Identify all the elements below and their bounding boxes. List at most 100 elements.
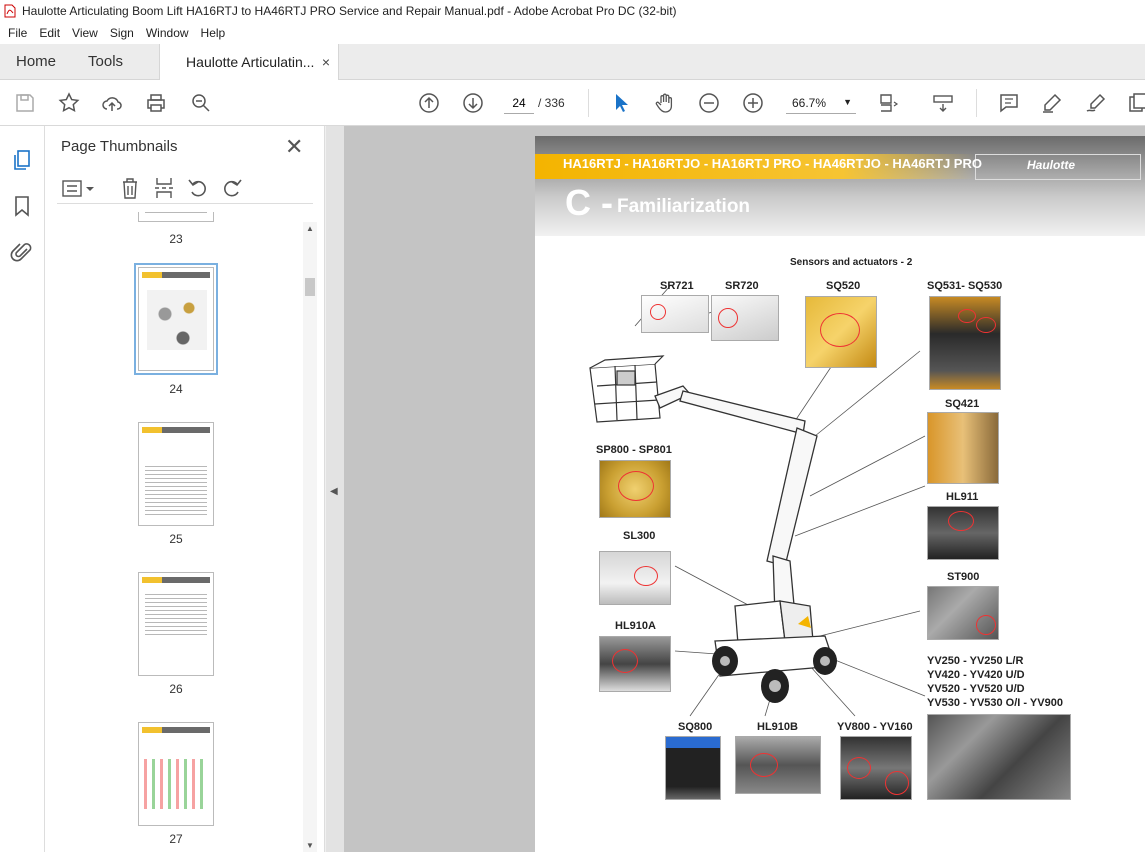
thumbnail-label: 23 <box>169 232 183 246</box>
bookmark-icon[interactable] <box>10 194 34 218</box>
label-sl300: SL300 <box>623 530 656 542</box>
menu-file[interactable]: File <box>2 26 33 40</box>
photo-st900 <box>927 586 999 640</box>
label-yv800: YV800 - YV160 <box>837 721 913 733</box>
collapse-arrow-icon[interactable]: ◀ <box>330 486 338 497</box>
options-menu-icon[interactable] <box>61 178 97 200</box>
thumbnail-page-selected[interactable] <box>134 263 218 375</box>
photo-sl300 <box>599 551 671 605</box>
label-yv530: YV530 - YV530 O/I - YV900 <box>927 697 1063 709</box>
previous-page-icon[interactable] <box>417 91 441 115</box>
hand-tool-icon[interactable] <box>653 91 677 115</box>
thumbnail-page[interactable] <box>138 722 214 826</box>
next-page-icon[interactable] <box>461 91 485 115</box>
toolbar: / 336 66.7% ▼ <box>0 80 1145 126</box>
menu-help[interactable]: Help <box>195 26 232 40</box>
close-tab-icon[interactable]: × <box>322 54 330 70</box>
menu-window[interactable]: Window <box>140 26 195 40</box>
thumbnail-label: 27 <box>169 832 183 846</box>
tab-bar: Home Tools Haulotte Articulatin... × <box>0 44 1145 80</box>
photo-sr721 <box>641 295 709 333</box>
panel-title: Page Thumbnails <box>61 138 178 155</box>
window-title: Haulotte Articulating Boom Lift HA16RTJ … <box>22 4 677 18</box>
label-yv420: YV420 - YV420 U/D <box>927 669 1025 681</box>
thumbnail-list: 23 24 25 26 27 <box>45 212 303 852</box>
zoom-value: 66.7% <box>792 96 827 110</box>
photo-hl910b <box>735 736 821 794</box>
thumbnail-page[interactable] <box>138 212 214 222</box>
label-sq531: SQ531- SQ530 <box>927 280 1003 292</box>
toolbar-divider <box>588 89 589 117</box>
photo-sq520 <box>805 296 877 368</box>
label-sr720: SR720 <box>725 280 759 292</box>
photo-sq800 <box>665 736 721 800</box>
title-bar: Haulotte Articulating Boom Lift HA16RTJ … <box>0 0 1145 22</box>
rotate-right-icon[interactable] <box>221 176 243 200</box>
search-icon[interactable] <box>189 91 213 115</box>
upload-cloud-icon[interactable] <box>100 91 124 115</box>
label-hl910a: HL910A <box>615 620 656 632</box>
thumbnail-tools <box>57 174 313 204</box>
label-st900: ST900 <box>947 571 980 583</box>
page-total: / 336 <box>538 96 565 110</box>
page-thumbnails-icon[interactable] <box>10 148 34 172</box>
photo-hl910a <box>599 636 671 692</box>
tab-home[interactable]: Home <box>0 44 72 79</box>
label-sq520: SQ520 <box>826 280 861 292</box>
photo-hl911 <box>927 506 999 560</box>
photo-yv-valves <box>927 714 1071 800</box>
scroll-up-icon[interactable]: ▲ <box>306 224 314 233</box>
thumbnails-panel: Page Thumbnails ✕ 23 24 25 26 27 ▲ ▼ <box>45 126 325 852</box>
label-sr721: SR721 <box>660 280 694 292</box>
scroll-down-icon[interactable]: ▼ <box>306 841 314 850</box>
collapse-panel-gutter[interactable]: ◀ <box>326 126 344 852</box>
menu-sign[interactable]: Sign <box>104 26 140 40</box>
zoom-in-icon[interactable] <box>741 91 765 115</box>
tab-document-label: Haulotte Articulatin... <box>186 54 315 70</box>
tab-document[interactable]: Haulotte Articulatin... × <box>159 44 340 80</box>
extract-pages-icon[interactable] <box>153 176 175 200</box>
tab-tools[interactable]: Tools <box>72 44 139 79</box>
rotate-left-icon[interactable] <box>187 176 209 200</box>
page-number-input[interactable] <box>504 92 534 114</box>
print-icon[interactable] <box>144 91 168 115</box>
zoom-out-icon[interactable] <box>697 91 721 115</box>
scrollbar-thumb[interactable] <box>305 278 315 296</box>
chevron-down-icon: ▼ <box>843 97 852 107</box>
thumbnail-label: 24 <box>169 382 183 396</box>
label-yv520: YV520 - YV520 U/D <box>927 683 1025 695</box>
pdf-icon <box>4 4 16 18</box>
label-sq800: SQ800 <box>678 721 713 733</box>
thumbnail-page[interactable] <box>138 572 214 676</box>
save-icon[interactable] <box>13 91 37 115</box>
close-panel-icon[interactable]: ✕ <box>285 134 303 160</box>
select-cursor-icon[interactable] <box>609 91 633 115</box>
draw-signature-icon[interactable] <box>1084 91 1108 115</box>
highlight-pen-icon[interactable] <box>1040 91 1064 115</box>
menu-view[interactable]: View <box>66 26 104 40</box>
attachment-icon[interactable] <box>10 240 34 264</box>
photo-sr720 <box>711 295 779 341</box>
label-hl911: HL911 <box>946 491 979 503</box>
thumbnail-scrollbar[interactable]: ▲ ▼ <box>303 222 317 852</box>
left-navigation-rail <box>0 126 45 852</box>
photo-sp800 <box>599 460 671 518</box>
share-tool-icon[interactable] <box>1126 91 1145 115</box>
thumbnail-page[interactable] <box>138 422 214 526</box>
label-sp800: SP800 - SP801 <box>596 444 672 456</box>
menu-bar: File Edit View Sign Window Help <box>0 22 1145 44</box>
zoom-select[interactable]: 66.7% ▼ <box>786 92 856 114</box>
comment-icon[interactable] <box>997 91 1021 115</box>
document-view[interactable]: HA16RTJ - HA16RTJO - HA16RTJ PRO - HA46R… <box>344 126 1145 852</box>
page-fit-icon[interactable] <box>876 91 900 115</box>
delete-icon[interactable] <box>119 176 141 200</box>
pdf-page: HA16RTJ - HA16RTJO - HA16RTJ PRO - HA46R… <box>535 136 1145 852</box>
scroll-mode-icon[interactable] <box>931 91 955 115</box>
photo-sq421 <box>927 412 999 484</box>
photo-sq531 <box>929 296 1001 390</box>
menu-edit[interactable]: Edit <box>33 26 66 40</box>
label-hl910b: HL910B <box>757 721 798 733</box>
star-icon[interactable] <box>57 91 81 115</box>
label-sq421: SQ421 <box>945 398 980 410</box>
thumbnail-label: 26 <box>169 682 183 696</box>
